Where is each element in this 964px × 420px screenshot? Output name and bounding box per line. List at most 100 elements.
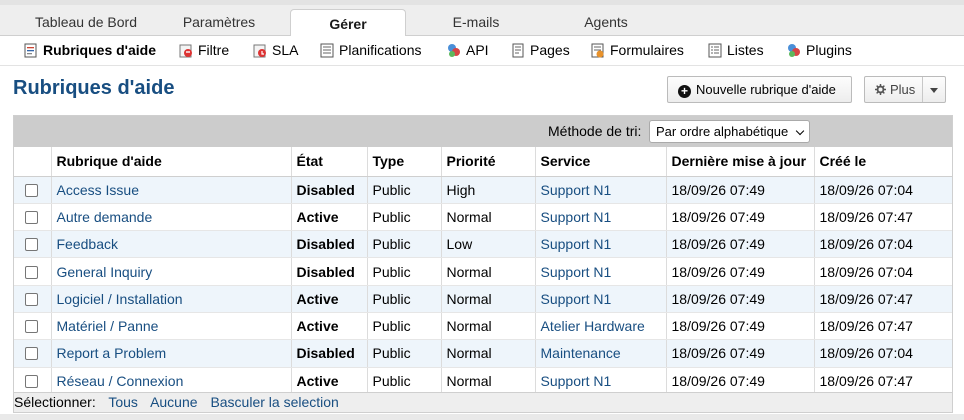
sort-bar: Méthode de tri: Par ordre alphabétique [14, 116, 952, 147]
subnav-schedules[interactable]: Planifications [320, 41, 422, 61]
row-checkbox[interactable] [25, 374, 38, 388]
row-checkbox-cell [14, 230, 52, 259]
priority-cell: Normal [441, 285, 536, 313]
select-all-link[interactable]: Tous [108, 394, 138, 410]
pages-icon [512, 43, 524, 58]
gear-icon [875, 84, 886, 95]
service-link[interactable]: Maintenance [535, 339, 667, 368]
topic-link[interactable]: Matériel / Panne [51, 312, 292, 341]
subnav-label: Rubriques d'aide [43, 42, 157, 58]
type-cell: Public [367, 339, 442, 368]
subnav-filter[interactable]: Filtre [179, 41, 229, 61]
priority-cell: Normal [441, 339, 536, 368]
column-header-created[interactable]: Créé le [814, 147, 952, 177]
service-link[interactable]: Support N1 [535, 203, 667, 232]
sort-method-select[interactable]: Par ordre alphabétique [649, 120, 810, 143]
topic-link[interactable]: Feedback [51, 230, 292, 259]
service-link[interactable]: Support N1 [535, 257, 667, 286]
created-cell: 18/09/26 07:04 [814, 257, 952, 286]
state-cell: Active [291, 312, 368, 341]
updated-cell: 18/09/26 07:49 [666, 367, 815, 395]
row-checkbox[interactable] [25, 183, 38, 197]
service-link[interactable]: Support N1 [535, 285, 667, 313]
type-cell: Public [367, 285, 442, 313]
subnav-label: API [466, 42, 489, 58]
column-header-type[interactable]: Type [367, 147, 442, 177]
table-row: Access Issue Disabled Public High Support N1… [14, 176, 952, 204]
service-link[interactable]: Support N1 [535, 230, 667, 259]
row-checkbox-cell [14, 367, 52, 395]
topic-link[interactable]: Réseau / Connexion [51, 367, 292, 395]
subnav-pages[interactable]: Pages [511, 41, 570, 61]
select-none-link[interactable]: Aucune [150, 394, 197, 410]
column-header-select [14, 147, 52, 177]
subnav-plugins[interactable]: Plugins [787, 41, 852, 61]
subnav-label: Filtre [198, 42, 230, 58]
subnav-sla[interactable]: SLA [253, 41, 298, 61]
topics-grid: Rubrique d'aide État Type Priorité Servi… [14, 147, 952, 395]
column-header-priority[interactable]: Priorité [441, 147, 536, 177]
column-header-service[interactable]: Service [535, 147, 667, 177]
column-header-topic[interactable]: Rubrique d'aide [51, 147, 292, 177]
row-checkbox[interactable] [25, 292, 38, 306]
subnav-label: Plugins [806, 42, 852, 58]
priority-cell: Normal [441, 367, 536, 395]
subnav-api[interactable]: API [447, 41, 489, 61]
priority-cell: High [441, 176, 536, 204]
more-button[interactable]: Plus [864, 76, 946, 103]
help-topics-table: Méthode de tri: Par ordre alphabétique R… [13, 115, 953, 413]
row-checkbox-cell [14, 257, 52, 286]
new-help-topic-button[interactable]: + Nouvelle rubrique d'aide [667, 76, 852, 103]
created-cell: 18/09/26 07:04 [814, 230, 952, 259]
updated-cell: 18/09/26 07:49 [666, 257, 815, 286]
updated-cell: 18/09/26 07:49 [666, 230, 815, 259]
more-button-label: Plus [890, 82, 916, 97]
table-row: Autre demande Active Public Normal Support N… [14, 203, 952, 232]
priority-cell: Low [441, 230, 536, 259]
state-cell: Active [291, 285, 368, 313]
filter-icon [179, 44, 192, 58]
type-cell: Public [367, 367, 442, 395]
updated-cell: 18/09/26 07:49 [666, 285, 815, 313]
caret-down-icon[interactable] [930, 88, 938, 93]
subnav-lists[interactable]: Listes [708, 41, 764, 61]
row-checkbox-cell [14, 176, 52, 204]
row-checkbox[interactable] [25, 320, 38, 334]
row-checkbox-cell [14, 285, 52, 313]
topic-link[interactable]: Logiciel / Installation [51, 285, 292, 313]
row-checkbox[interactable] [25, 347, 38, 361]
column-header-updated[interactable]: Dernière mise à jour [666, 147, 815, 177]
updated-cell: 18/09/26 07:49 [666, 312, 815, 341]
service-link[interactable]: Support N1 [535, 367, 667, 395]
toggle-selection-link[interactable]: Basculer la selection [210, 394, 338, 410]
topic-link[interactable]: General Inquiry [51, 257, 292, 286]
type-cell: Public [367, 257, 442, 286]
topic-link[interactable]: Autre demande [51, 203, 292, 232]
subnav-help-topics[interactable]: Rubriques d'aide [24, 41, 156, 61]
page-title: Rubriques d'aide [13, 77, 175, 99]
created-cell: 18/09/26 07:47 [814, 367, 952, 395]
column-header-state[interactable]: État [291, 147, 368, 177]
sla-icon [253, 44, 266, 58]
row-checkbox[interactable] [25, 238, 38, 252]
dropdown-separator [922, 77, 923, 102]
priority-cell: Normal [441, 312, 536, 341]
topic-link[interactable]: Access Issue [51, 176, 292, 204]
topic-link[interactable]: Report a Problem [51, 339, 292, 368]
api-icon [448, 44, 460, 57]
row-checkbox[interactable] [25, 210, 38, 224]
service-link[interactable]: Support N1 [535, 176, 667, 204]
state-cell: Active [291, 367, 368, 395]
subnav-label: Listes [727, 42, 764, 58]
plus-circle-icon: + [678, 85, 691, 98]
subnav-forms[interactable]: Formulaires [591, 41, 684, 61]
sub-navigation: Rubriques d'aide Filtre SLA Planificatio… [0, 36, 964, 66]
type-cell: Public [367, 176, 442, 204]
selection-footer: Sélectionner: Tous Aucune Basculer la se… [14, 392, 952, 412]
main-tabs: Tableau de Bord Paramètres Gérer E-mails… [0, 0, 964, 42]
row-checkbox[interactable] [25, 265, 38, 279]
state-cell: Disabled [291, 230, 368, 259]
created-cell: 18/09/26 07:04 [814, 339, 952, 368]
schedule-icon [320, 43, 334, 58]
service-link[interactable]: Atelier Hardware [535, 312, 667, 341]
